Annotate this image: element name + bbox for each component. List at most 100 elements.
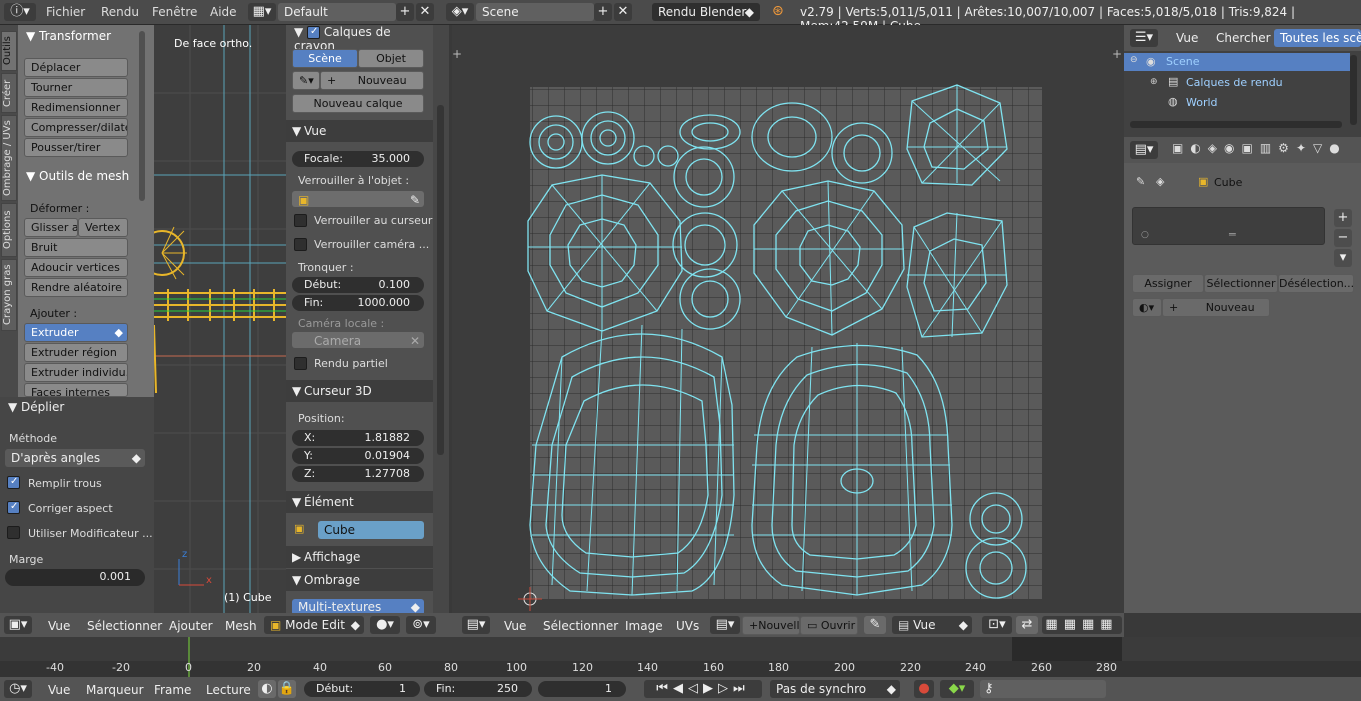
extrude-region-button[interactable]: Extruder région	[24, 343, 128, 362]
uv-mode-select[interactable]: ▤ Vue ◆	[892, 616, 972, 634]
start-frame-field[interactable]: Début: 1	[304, 681, 420, 697]
open-image-button[interactable]: ▭ Ouvrir	[800, 616, 858, 635]
add-layout-button[interactable]: +	[396, 3, 414, 21]
menu-window[interactable]: Fenêtre	[152, 5, 197, 19]
outliner-editor-icon[interactable]: ☰▾	[1130, 29, 1158, 47]
viewport-view-menu[interactable]: Vue	[48, 619, 70, 633]
render-layers-label[interactable]: Calques de rendu	[1186, 76, 1283, 89]
use-modifier-checkbox[interactable]	[7, 526, 20, 539]
sync-mode-select[interactable]: Pas de synchro ◆	[770, 680, 900, 698]
scale-button[interactable]: Redimensionner	[24, 98, 128, 117]
menu-file[interactable]: Fichier	[46, 5, 85, 19]
select-button[interactable]: Sélectionner	[1204, 274, 1278, 293]
mesh-tools-header[interactable]: ▼ Outils de mesh	[26, 169, 129, 183]
preview-range-icon[interactable]: ◐	[258, 680, 276, 698]
cursor-x-field[interactable]: X: 1.81882	[292, 430, 424, 446]
timeline-editor-icon[interactable]: ◷▾	[4, 680, 32, 698]
push-pull-button[interactable]: Pousser/tirer	[24, 138, 128, 157]
outliner-search-menu[interactable]: Chercher	[1216, 31, 1271, 45]
material-browse-icon[interactable]: ◐▾	[1132, 298, 1162, 317]
material-slots-list[interactable]: ○ ═	[1132, 207, 1325, 245]
viewport-mesh-menu[interactable]: Mesh	[225, 619, 257, 633]
outliner-hscrollbar[interactable]	[1130, 121, 1342, 128]
lock-object-field[interactable]: ▣ ✎	[292, 191, 424, 207]
shading-header[interactable]: ▼ Ombrage	[286, 569, 433, 591]
add-scene-button[interactable]: +	[594, 3, 612, 21]
uv-properties-toggle-icon[interactable]: +	[1112, 47, 1122, 61]
menu-render[interactable]: Rendu	[101, 5, 139, 19]
object-tab[interactable]: Objet	[358, 49, 424, 68]
view-header[interactable]: ▼ Vue	[286, 120, 433, 142]
noise-button[interactable]: Bruit	[24, 238, 128, 257]
viewport-3d[interactable]: De face ortho. z x (1) Cube	[154, 25, 286, 613]
randomize-button[interactable]: Rendre aléatoire	[24, 278, 128, 297]
layout-icon[interactable]: ▦▾	[248, 3, 276, 21]
image-browse-icon[interactable]: ▤▾	[710, 616, 740, 634]
lock-cursor-checkbox[interactable]	[294, 214, 307, 227]
render-engine-select[interactable]: Rendu Blender ◆	[652, 3, 760, 21]
extrude-button[interactable]: Extruder ◆	[24, 323, 128, 342]
cursor-header[interactable]: ▼ Curseur 3D	[286, 380, 433, 402]
correct-aspect-checkbox[interactable]	[7, 501, 20, 514]
select-mode-icons[interactable]: ▦▦▦▦	[1042, 616, 1122, 634]
playback-controls[interactable]: ⏮◀◁▶▷⏭	[644, 680, 762, 698]
vertex-slide-button[interactable]: Vertex	[78, 218, 128, 237]
viewport-editor-icon[interactable]: ▣▾	[4, 616, 32, 634]
record-icon[interactable]: ●	[914, 680, 934, 698]
timeline-view-menu[interactable]: Vue	[48, 683, 70, 697]
smooth-vertices-button[interactable]: Adoucir vertices	[24, 258, 128, 277]
inset-faces-button[interactable]: Faces internes	[24, 383, 128, 397]
remove-slot-button[interactable]: −	[1334, 229, 1352, 247]
tab-grease-pencil[interactable]: Crayon gras	[1, 259, 17, 331]
uv-image-menu[interactable]: Image	[625, 619, 663, 633]
clip-end-field[interactable]: Fin: 1000.000	[292, 295, 424, 311]
add-slot-button[interactable]: +	[1334, 209, 1352, 227]
margin-slider[interactable]: 0.001	[5, 569, 145, 586]
extrude-individual-button[interactable]: Extruder individu...	[24, 363, 128, 382]
new-material-button[interactable]: + Nouveau	[1162, 298, 1270, 317]
cursor-z-field[interactable]: Z: 1.27708	[292, 466, 424, 482]
lock-camera-checkbox[interactable]	[294, 238, 307, 251]
unwrap-header[interactable]: ▼ Déplier	[8, 400, 64, 414]
scene-tab[interactable]: Scène	[292, 49, 358, 68]
slot-menu-button[interactable]: ▾	[1334, 249, 1352, 267]
uv-uvs-menu[interactable]: UVs	[676, 619, 699, 633]
pin-image-icon[interactable]: ✎	[864, 616, 886, 634]
info-editor-icon[interactable]: ⓘ▾	[4, 3, 36, 21]
collapse-icon[interactable]: ⊖	[1130, 55, 1138, 65]
new-image-button[interactable]: +Nouvell	[742, 616, 800, 635]
translate-button[interactable]: Déplacer	[24, 58, 128, 77]
scene-field[interactable]: Scene	[476, 3, 594, 21]
outliner-row-scene[interactable]: ⊖ ◉ Scene	[1124, 53, 1350, 71]
outliner-view-menu[interactable]: Vue	[1176, 31, 1198, 45]
deselect-button[interactable]: Désélection...	[1278, 274, 1354, 293]
context-tab-icons[interactable]: ▣◐◈◉▣▥⚙✦▽●	[1172, 141, 1360, 159]
remove-layout-button[interactable]: ✕	[416, 3, 434, 21]
uv-view-menu[interactable]: Vue	[504, 619, 526, 633]
uv-select-menu[interactable]: Sélectionner	[543, 619, 618, 633]
current-frame-field[interactable]: 1	[538, 681, 626, 697]
method-select[interactable]: D'après angles ◆	[5, 449, 145, 467]
uv-toolbar-toggle-icon[interactable]: +	[452, 47, 462, 61]
sync-selection-icon[interactable]: ⇄	[1016, 616, 1038, 634]
cursor-y-field[interactable]: Y: 0.01904	[292, 448, 424, 464]
element-name-field[interactable]: Cube	[318, 521, 424, 539]
shading-mode-select[interactable]: Multi-textures ◆	[292, 599, 424, 613]
display-header[interactable]: ▶ Affichage	[286, 546, 433, 568]
rotate-button[interactable]: Tourner	[24, 78, 128, 97]
timeline[interactable]: -40 -20 0 20 40 60 80 100 120 140 160 18…	[0, 637, 1361, 677]
keying-set-field[interactable]: ⚷	[980, 680, 1106, 698]
timeline-playback-menu[interactable]: Lecture	[206, 683, 251, 697]
transform-header[interactable]: ▼ Transformer	[26, 29, 111, 43]
uv-editor-icon[interactable]: ▤▾	[462, 616, 490, 634]
element-header[interactable]: ▼ Élément	[286, 491, 433, 513]
world-label[interactable]: World	[1186, 96, 1218, 109]
viewport-shading-icon[interactable]: ●▾	[370, 616, 400, 634]
pivot-point-icon[interactable]: ⊚▾	[406, 616, 436, 634]
uv-editor[interactable]: + +	[452, 25, 1124, 613]
focal-field[interactable]: Focale: 35.000	[292, 151, 424, 167]
local-camera-field[interactable]: Camera ✕	[292, 332, 424, 348]
edge-slide-button[interactable]: Glisser a	[24, 218, 78, 237]
properties-scrollbar[interactable]	[437, 105, 444, 455]
menu-help[interactable]: Aide	[210, 5, 237, 19]
